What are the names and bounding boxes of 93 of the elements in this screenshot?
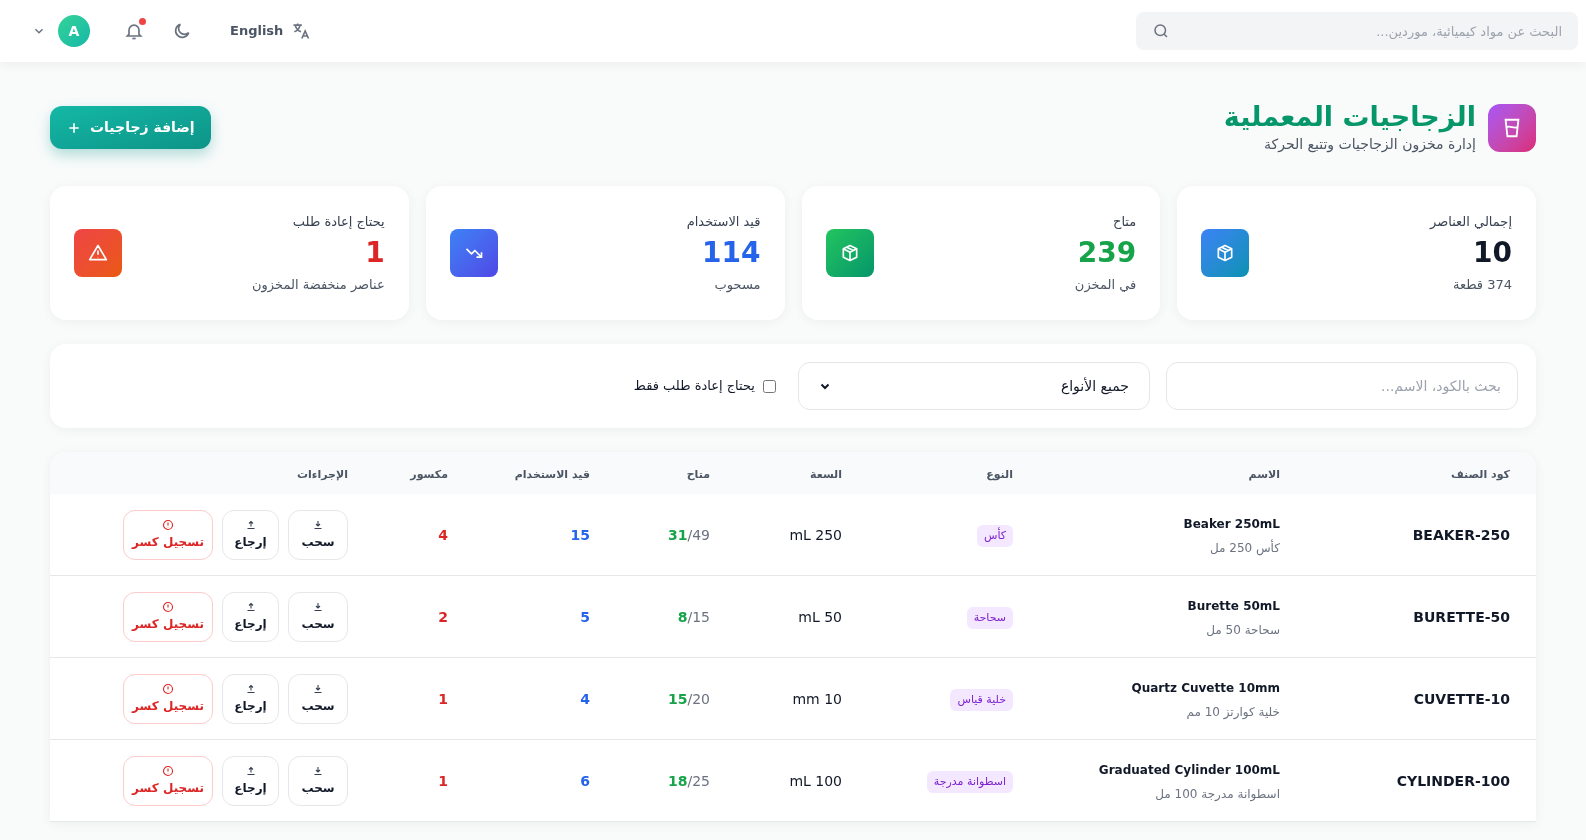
broken-count: 4 <box>438 526 448 543</box>
item-name-arabic: اسطوانة مدرجة 100 مل <box>1155 786 1280 801</box>
download-icon <box>312 600 324 613</box>
stat-value: 114 <box>701 237 761 269</box>
in-use-count: 5 <box>580 608 590 625</box>
stat-value: 10 <box>1472 237 1512 269</box>
column-header: متاح <box>686 468 710 481</box>
translate-icon[interactable] <box>291 21 312 41</box>
alert-icon <box>162 764 174 777</box>
column-header: الاسم <box>1248 468 1280 481</box>
column-header: الإجراءات <box>297 468 348 481</box>
moon-icon[interactable] <box>172 21 192 41</box>
item-code: BEAKER-250 <box>1412 526 1510 543</box>
stat-label: قيد الاستخدام <box>686 212 761 231</box>
type-tag: كأس <box>976 524 1013 548</box>
in-use-count: 15 <box>570 526 590 543</box>
page-subtitle: إدارة مخزون الزجاجيات وتتبع الحركة <box>1263 135 1476 155</box>
withdraw-button[interactable]: سحب <box>288 591 348 642</box>
capacity-value: 10 mm <box>792 690 842 707</box>
item-name-arabic: خلية كوارتز 10 مم <box>1186 704 1280 719</box>
stat-value: 239 <box>1076 237 1137 269</box>
stat-note: مسحوب <box>713 276 761 295</box>
column-header: كود الصنف <box>1450 468 1510 481</box>
item-code: CUVETTE-10 <box>1413 690 1510 707</box>
total-count: /49 <box>687 526 710 543</box>
search-field[interactable]: البحث عن مواد كيميائية، موردين... <box>1136 12 1578 50</box>
type-tag: خلية قياس <box>950 688 1013 712</box>
stat-note: في المخزن <box>1074 276 1137 295</box>
type-select[interactable]: جميع الأنواع <box>798 362 1150 410</box>
item-name: Quartz Cuvette 10mm <box>1131 680 1280 695</box>
column-header: النوع <box>986 468 1013 481</box>
total-count: /25 <box>687 772 710 789</box>
withdraw-button[interactable]: سحب <box>288 755 348 806</box>
break-button[interactable]: تسجيل كسر <box>123 755 213 806</box>
language-label[interactable]: English <box>230 21 284 41</box>
alert-icon <box>162 518 174 531</box>
broken-count: 1 <box>438 690 448 707</box>
in-use-count: 4 <box>580 690 590 707</box>
broken-count: 1 <box>438 772 448 789</box>
item-name: Graduated Cylinder 100mL <box>1098 762 1280 777</box>
stat-note: عناصر منخفضة المخزون <box>252 276 385 295</box>
return-button[interactable]: إرجاع <box>222 509 279 560</box>
stat-label: إجمالي العناصر <box>1430 212 1512 231</box>
item-name-arabic: كأس 250 مل <box>1209 540 1280 555</box>
checkbox-label[interactable]: يحتاج إعادة طلب فقط <box>633 376 755 396</box>
warning-icon <box>74 229 122 277</box>
search-icon <box>1152 22 1170 40</box>
type-tag: سحاحة <box>966 606 1013 630</box>
box-icon <box>1201 229 1250 277</box>
column-header: السعة <box>810 468 842 481</box>
capacity-value: 50 mL <box>798 608 842 625</box>
item-code: CYLINDER-100 <box>1396 772 1510 789</box>
download-icon <box>312 682 324 695</box>
column-header: قيد الاستخدام <box>514 468 590 481</box>
broken-count: 2 <box>438 608 448 625</box>
item-name-arabic: سحاحة 50 مل <box>1206 622 1280 637</box>
available-count: 31 <box>668 526 688 543</box>
available-count: 8 <box>677 608 688 625</box>
stat-note: 374 قطعة <box>1451 276 1512 294</box>
item-name: Burette 50mL <box>1187 598 1280 613</box>
box-icon <box>825 229 874 277</box>
available-count: 18 <box>668 772 688 789</box>
available-count: 15 <box>668 690 688 707</box>
break-button[interactable]: تسجيل كسر <box>123 673 213 724</box>
column-header: مكسور <box>410 468 448 481</box>
return-button[interactable]: إرجاع <box>222 673 279 724</box>
alert-icon <box>162 682 174 695</box>
download-icon <box>312 764 324 777</box>
alert-icon <box>162 600 174 613</box>
download-icon <box>312 518 324 531</box>
break-button[interactable]: تسجيل كسر <box>123 509 213 560</box>
capacity-value: 250 mL <box>789 526 842 543</box>
total-count: /20 <box>687 690 710 707</box>
in-use-count: 6 <box>580 772 590 789</box>
trend-down-icon <box>449 229 498 277</box>
total-count: /15 <box>687 608 710 625</box>
return-button[interactable]: إرجاع <box>222 755 279 806</box>
withdraw-button[interactable]: سحب <box>288 673 348 724</box>
type-tag: اسطوانة مدرجة <box>926 770 1013 794</box>
item-name: Beaker 250mL <box>1183 516 1280 531</box>
checkbox[interactable] <box>763 379 776 393</box>
return-button[interactable]: إرجاع <box>222 591 279 642</box>
search-field[interactable]: بحث بالكود، الاسم... <box>1166 362 1518 410</box>
item-code: BURETTE-50 <box>1413 608 1510 625</box>
capacity-value: 100 mL <box>789 772 842 789</box>
break-button[interactable]: تسجيل كسر <box>123 591 213 642</box>
stat-label: يحتاج إعادة طلب <box>291 212 385 231</box>
stat-value: 1 <box>364 237 385 269</box>
page-title: الزجاجيات المعملية <box>1223 100 1476 134</box>
stat-label: متاح <box>1112 212 1137 231</box>
withdraw-button[interactable]: سحب <box>288 509 348 560</box>
glass-icon <box>1488 103 1536 152</box>
bell-icon[interactable] <box>124 21 144 41</box>
